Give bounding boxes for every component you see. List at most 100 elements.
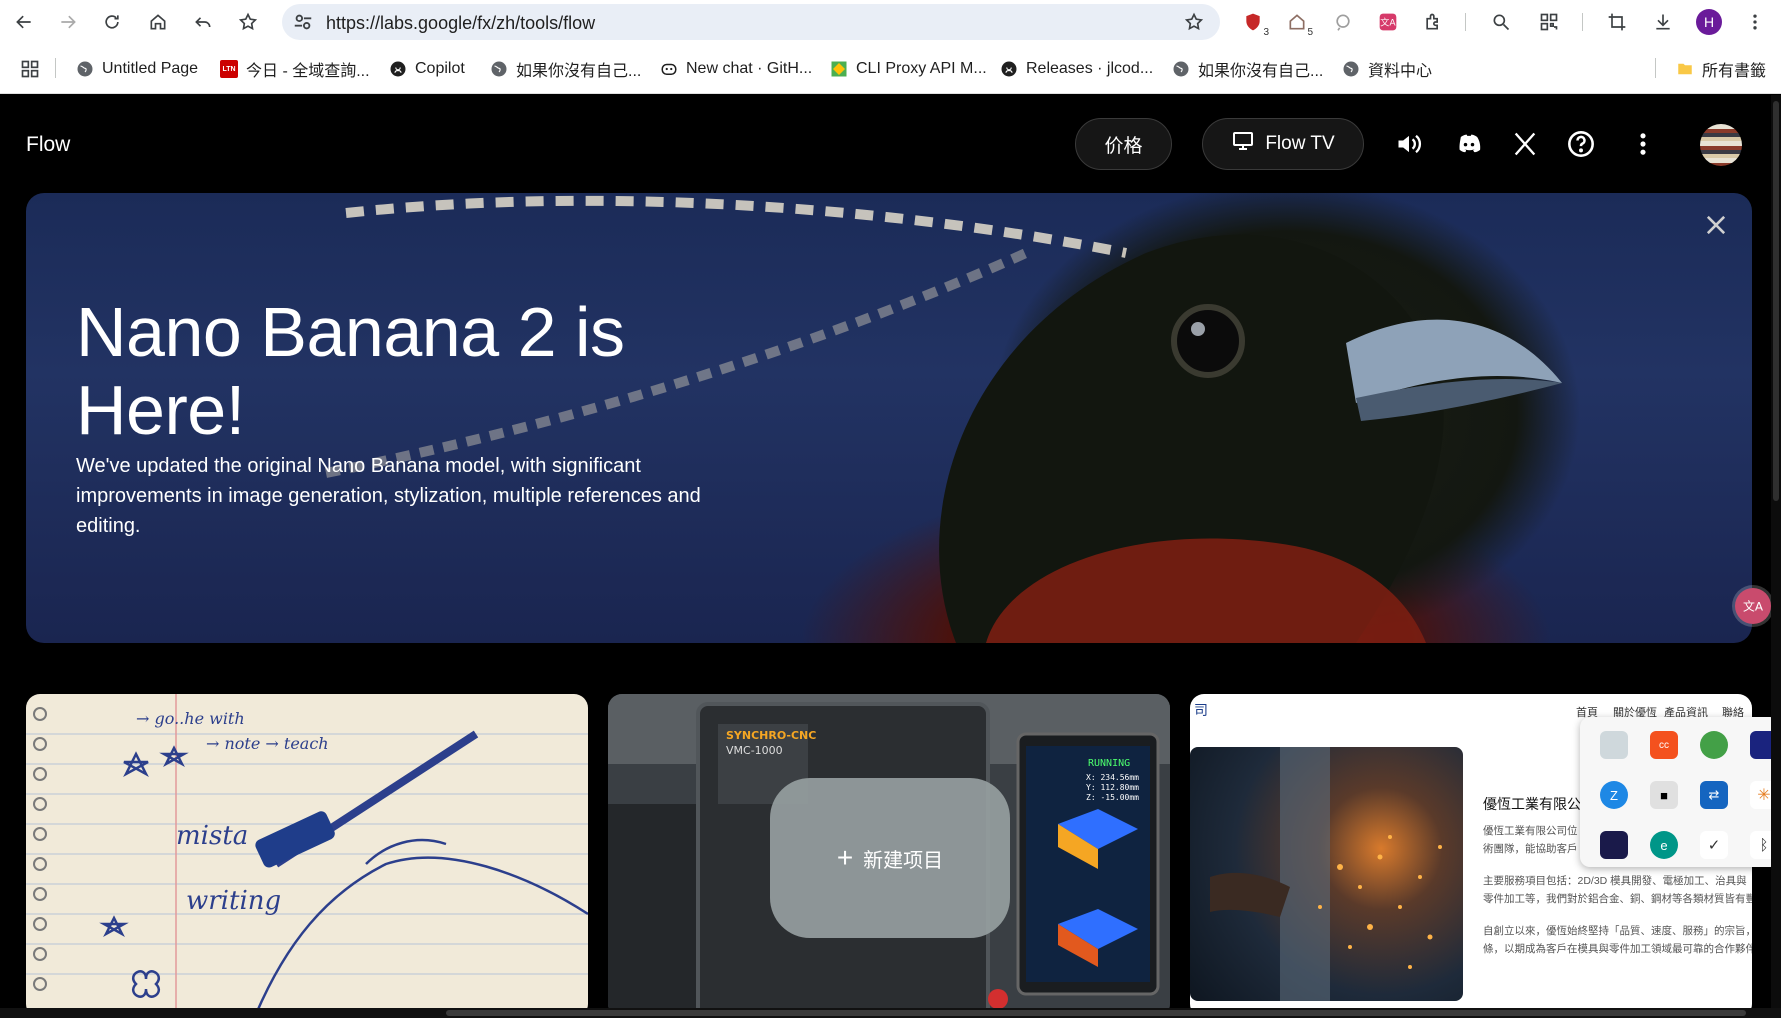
ext-tray-cc-icon[interactable]: cc [1650, 731, 1678, 759]
machine-model: VMC-1000 [726, 744, 783, 757]
hero-subtitle: We've updated the original Nano Banana m… [76, 455, 701, 537]
bookmarks-divider [1655, 58, 1656, 78]
browser-toolbar: https://labs.google/fx/zh/tools/flow 3 5… [0, 0, 1781, 44]
help-icon[interactable] [1566, 129, 1596, 159]
site-settings-icon[interactable] [292, 11, 314, 33]
svg-text:文A: 文A [1743, 600, 1764, 614]
volume-icon[interactable] [1394, 129, 1424, 159]
ext-tray-z-icon[interactable]: Z [1600, 781, 1628, 809]
address-bar[interactable]: https://labs.google/fx/zh/tools/flow [282, 4, 1220, 40]
more-vert-icon[interactable] [1628, 129, 1658, 159]
machine-readout-x: X: 234.56mm [1086, 773, 1139, 782]
bookmark-star-icon[interactable] [234, 8, 262, 36]
bookmark-label: Copilot [415, 60, 465, 77]
bookmark-item[interactable]: CLI Proxy API M... [830, 58, 987, 80]
extension-badge: 5 [1307, 27, 1313, 38]
crop-icon[interactable] [1604, 9, 1630, 35]
hero-title: Nano Banana 2 is Here! [76, 293, 625, 449]
all-bookmarks-label: 所有書籤 [1702, 63, 1767, 80]
flow-tv-label: Flow TV [1265, 133, 1335, 154]
translate-fab[interactable]: 文A [1735, 588, 1771, 624]
user-avatar[interactable] [1700, 124, 1742, 166]
extension-chat-icon[interactable] [1330, 9, 1356, 35]
bookmarks-divider [55, 58, 56, 78]
site-text-line: 主要服務項目包括：2D/3D 模具開發、電極加工、治具與 [1483, 875, 1747, 887]
ext-tray-app-icon[interactable] [1600, 731, 1628, 759]
reload-icon[interactable] [98, 8, 126, 36]
extension-translate-icon[interactable]: 文A [1375, 9, 1401, 35]
bookmark-item[interactable]: Copilot [389, 58, 465, 80]
extensions-puzzle-icon[interactable] [1420, 9, 1446, 35]
new-project-button[interactable]: + 新建项目 [770, 778, 1010, 938]
site-logo: 司 [1194, 702, 1208, 718]
toolbar-divider [1582, 13, 1583, 31]
close-icon[interactable] [1702, 211, 1730, 239]
extension-badge: 3 [1263, 27, 1269, 38]
bookmarks-bar: Untitled Page LTN 今日 - 全域查詢... Copilot 如… [0, 44, 1781, 94]
new-project-label: 新建项目 [863, 849, 944, 872]
svg-text:→ go..he with: → go..he with [136, 709, 245, 728]
extension-shield-icon[interactable]: 3 [1240, 9, 1269, 38]
ext-tray-swap-icon[interactable]: ⇄ [1700, 781, 1728, 809]
ltn-icon: LTN [220, 60, 238, 78]
ext-tray-dark-icon[interactable] [1600, 831, 1628, 859]
back-icon[interactable] [10, 8, 38, 36]
bookmark-label: 如果你沒有自己... [516, 63, 642, 80]
ext-tray-clipboard-icon[interactable]: ✓ [1700, 831, 1728, 859]
github-icon [389, 60, 407, 78]
pricing-button[interactable]: 价格 [1075, 118, 1172, 170]
site-text-line: 條，以期成為客戶在模具與零件加工領域最可靠的合作夥伴 [1483, 943, 1752, 955]
search-icon[interactable] [1488, 9, 1514, 35]
qr-code-icon[interactable] [1536, 9, 1562, 35]
diamond-icon [830, 60, 848, 78]
bookmark-item[interactable]: 如果你沒有自己... [1172, 58, 1323, 80]
all-bookmarks[interactable]: 所有書籤 [1676, 58, 1766, 80]
pricing-label: 价格 [1104, 135, 1143, 157]
ext-tray-e-icon[interactable]: e [1650, 831, 1678, 859]
extension-home-icon[interactable]: 5 [1284, 9, 1313, 38]
url-text[interactable]: https://labs.google/fx/zh/tools/flow [326, 13, 595, 34]
bookmark-label: Untitled Page [102, 60, 199, 77]
machine-brand: SYNCHRO-CNC [726, 729, 816, 742]
horizontal-scrollbar[interactable] [0, 1008, 1781, 1018]
bookmark-label: 如果你沒有自己... [1198, 63, 1324, 80]
project-card-sketch[interactable]: mista writing → go..he with → note → tea… [26, 694, 588, 1018]
copilot-icon [660, 60, 678, 78]
vertical-scrollbar-thumb[interactable] [1773, 101, 1779, 501]
bookmark-item[interactable]: 資料中心 [1342, 58, 1432, 80]
home-icon[interactable] [144, 8, 172, 36]
svg-text:mista: mista [176, 821, 248, 851]
bookmark-item[interactable]: 如果你沒有自己... [490, 58, 641, 80]
flow-logo[interactable]: Flow [26, 133, 70, 157]
bookmark-label: 資料中心 [1368, 63, 1433, 80]
x-twitter-icon[interactable] [1510, 129, 1540, 159]
machine-readout-y: Y: 112.80mm [1086, 783, 1139, 792]
bookmark-label: 今日 - 全域查詢... [246, 63, 370, 80]
bookmark-item[interactable]: Untitled Page [76, 58, 198, 80]
star-icon[interactable] [1184, 12, 1204, 32]
horizontal-scrollbar-thumb[interactable] [446, 1010, 1746, 1016]
undo-icon[interactable] [189, 8, 217, 36]
ext-tray-globe-icon[interactable] [1700, 731, 1728, 759]
profile-avatar[interactable]: H [1696, 9, 1722, 35]
hero-banner[interactable]: Nano Banana 2 is Here! We've updated the… [26, 193, 1752, 643]
flow-tv-button[interactable]: Flow TV [1202, 118, 1364, 170]
toolbar-divider [1465, 13, 1466, 31]
github-icon [1000, 60, 1018, 78]
kebab-menu-icon[interactable] [1742, 9, 1768, 35]
bookmark-item[interactable]: New chat · GitH... [660, 58, 812, 80]
vertical-scrollbar[interactable] [1771, 95, 1781, 1018]
site-hero-photo [1190, 747, 1463, 1001]
discord-icon[interactable] [1454, 129, 1484, 159]
bookmark-label: CLI Proxy API M... [856, 60, 987, 77]
globe-icon [76, 60, 94, 78]
download-icon[interactable] [1650, 9, 1676, 35]
forward-icon[interactable] [54, 8, 82, 36]
ext-tray-bookmark-icon[interactable]: ■ [1650, 781, 1678, 809]
bookmark-item[interactable]: Releases · jlcod... [1000, 58, 1153, 80]
extension-tray: cc Z ■ ⇄ ✳ e ✓ ᛒ [1580, 717, 1780, 867]
svg-text:writing: writing [186, 886, 281, 916]
apps-grid-icon[interactable] [20, 58, 40, 80]
bookmark-item[interactable]: LTN 今日 - 全域查詢... [220, 58, 370, 80]
globe-icon [490, 60, 508, 78]
